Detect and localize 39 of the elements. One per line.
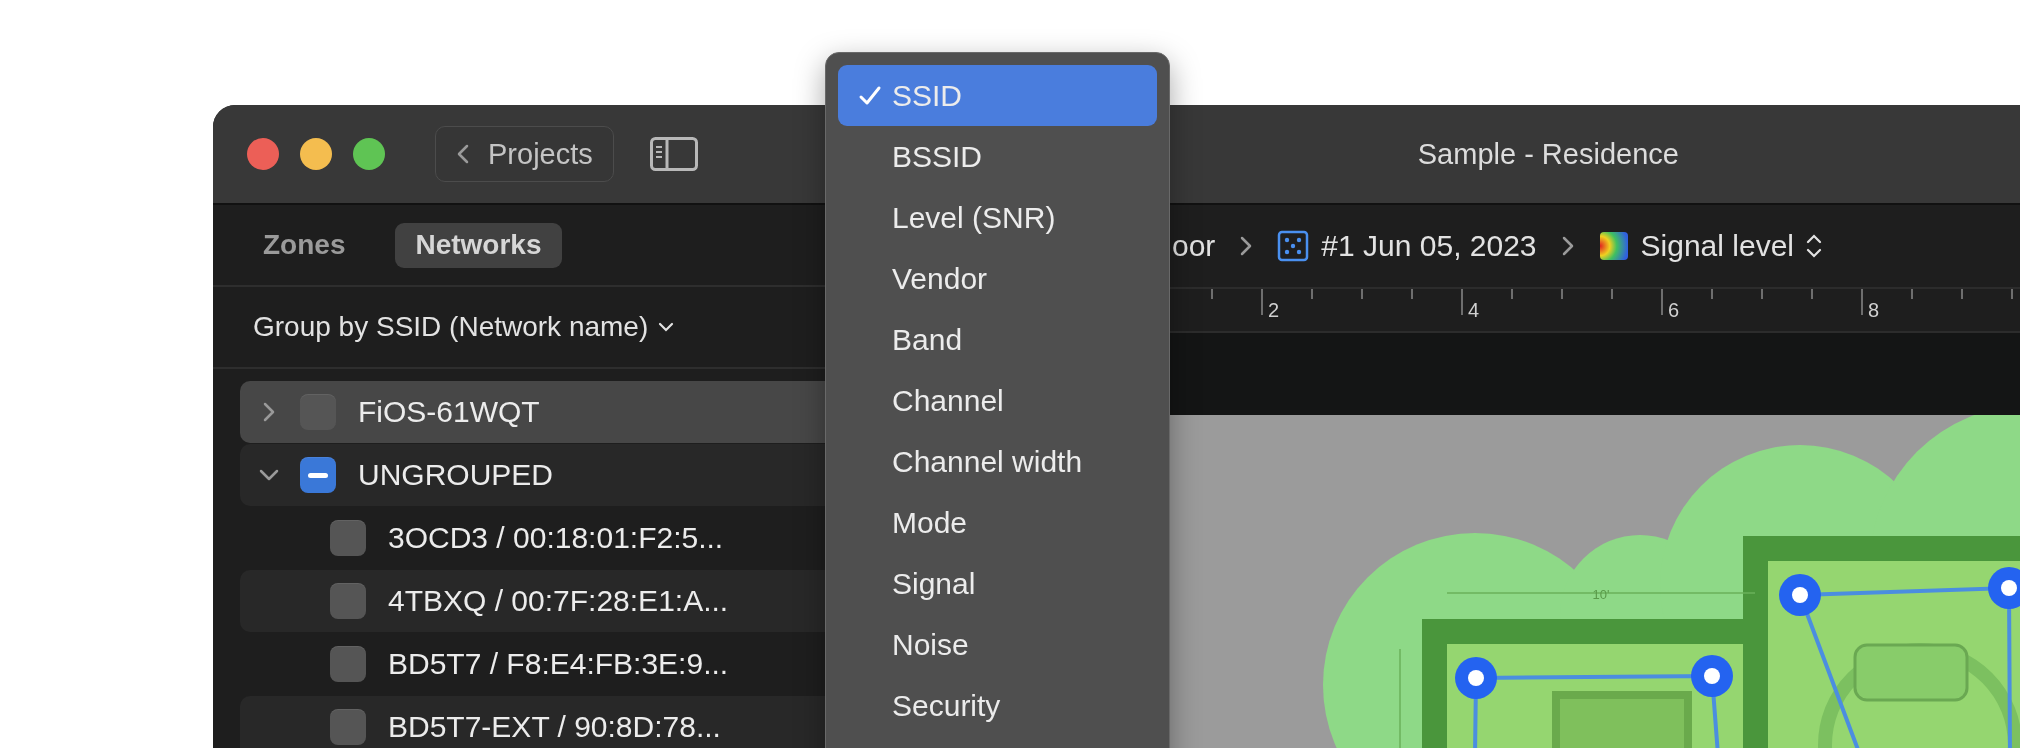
checkbox[interactable] bbox=[300, 457, 336, 493]
menu-item[interactable]: BSSID bbox=[838, 126, 1157, 187]
sidebar-toggle-icon[interactable] bbox=[649, 137, 698, 171]
ruler-label: 4 bbox=[1468, 299, 1480, 322]
breadcrumb-text: oor bbox=[1172, 229, 1216, 263]
survey-point[interactable] bbox=[1988, 567, 2020, 609]
back-button[interactable]: Projects bbox=[435, 126, 614, 182]
checkbox[interactable] bbox=[330, 520, 366, 556]
window-title: Sample - Residence bbox=[1417, 137, 1679, 171]
network-name: BD5T7 / F8:E4:FB:3E:9... bbox=[388, 647, 729, 681]
network-name: 3OCD3 / 00:18:01:F2:5... bbox=[388, 521, 724, 555]
close-button[interactable] bbox=[247, 138, 279, 170]
menu-item[interactable]: Level (SNR) bbox=[838, 187, 1157, 248]
survey-point[interactable] bbox=[1691, 655, 1733, 697]
breadcrumb-item[interactable]: Signal level bbox=[1598, 229, 1822, 263]
survey-point[interactable] bbox=[1455, 657, 1497, 699]
survey-point[interactable] bbox=[1779, 574, 1821, 616]
checkbox[interactable] bbox=[330, 646, 366, 682]
breadcrumb-item[interactable]: #1 Jun 05, 2023 bbox=[1277, 229, 1537, 263]
menu-item[interactable]: Security bbox=[838, 675, 1157, 736]
sidebar-tab[interactable]: Networks bbox=[395, 222, 562, 268]
network-name: 4TBXQ / 00:7F:28:E1:A... bbox=[388, 584, 729, 618]
checkbox[interactable] bbox=[330, 583, 366, 619]
menu-item[interactable]: Band bbox=[838, 309, 1157, 370]
ruler-label: 8 bbox=[1868, 299, 1880, 322]
zoom-button[interactable] bbox=[353, 138, 385, 170]
minimize-button[interactable] bbox=[300, 138, 332, 170]
group-name: UNGROUPED bbox=[358, 458, 553, 492]
checkbox[interactable] bbox=[330, 709, 366, 745]
ruler-label: 2 bbox=[1268, 299, 1280, 322]
network-name: BD5T7-EXT / 90:8D:78... bbox=[388, 710, 721, 744]
checkbox[interactable] bbox=[300, 394, 336, 430]
up-down-chevron-icon bbox=[1806, 233, 1822, 259]
sidebar-tab[interactable]: Zones bbox=[243, 222, 366, 268]
ruler-label: 6 bbox=[1668, 299, 1680, 322]
heatmap-icon bbox=[1598, 231, 1629, 261]
dimension-label: 10' bbox=[1592, 587, 1610, 602]
dice-icon bbox=[1277, 230, 1310, 262]
group-name: FiOS-61WQT bbox=[358, 395, 540, 429]
